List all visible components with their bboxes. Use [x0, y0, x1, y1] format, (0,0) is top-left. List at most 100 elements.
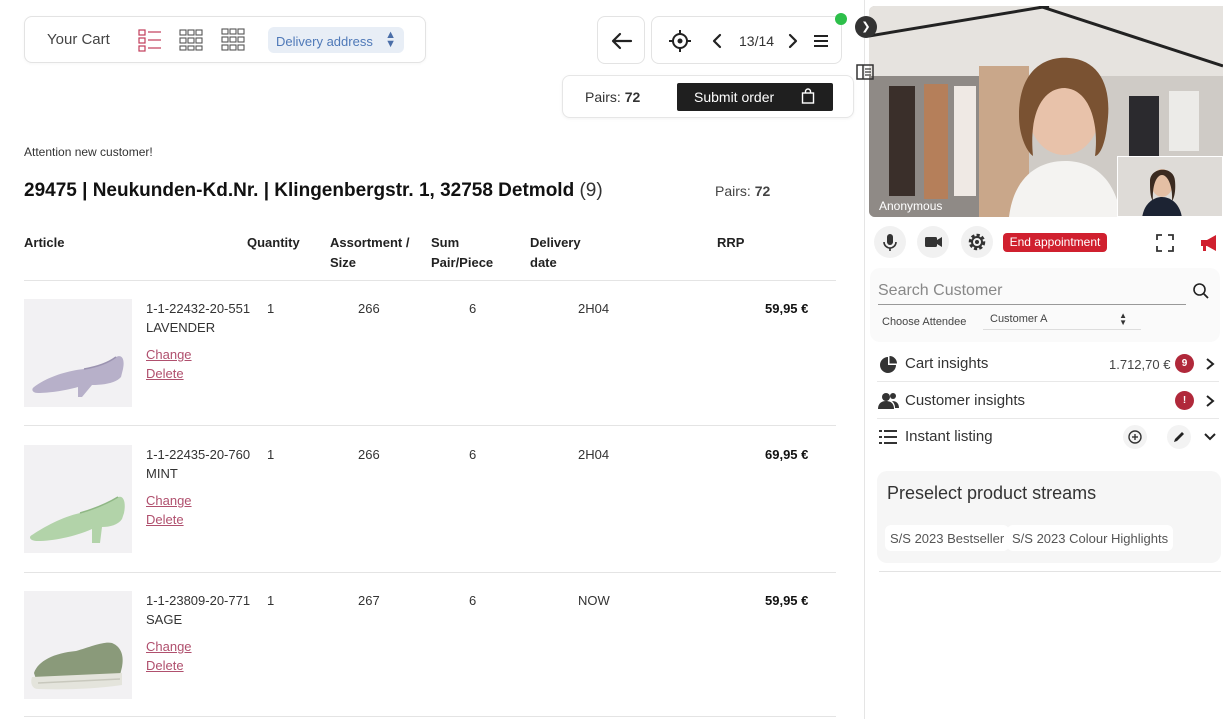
product-image[interactable]	[24, 299, 132, 407]
delete-link[interactable]: Delete	[146, 512, 184, 527]
camera-button[interactable]	[917, 226, 949, 258]
grid-3-icon[interactable]	[220, 27, 246, 53]
list-view-icon[interactable]	[137, 27, 163, 53]
change-link[interactable]: Change	[146, 639, 192, 654]
shoe-image-sage	[31, 642, 123, 690]
customer-search-panel: Search Customer Choose Attendee Customer…	[870, 268, 1220, 342]
arrow-left-icon	[611, 32, 633, 50]
row-sum: 6	[469, 447, 477, 462]
row-delivery-date: NOW	[578, 593, 610, 608]
row-quantity: 1	[267, 301, 275, 316]
chevron-right-icon[interactable]	[787, 33, 799, 49]
panel-layout-icon[interactable]	[855, 62, 875, 82]
plus-circle-icon	[1128, 430, 1142, 444]
column-header-rrp: RRP	[717, 235, 745, 250]
article-number: 1-1-22432-20-551 LAVENDER	[146, 301, 251, 335]
add-listing-button[interactable]	[1123, 425, 1147, 449]
shoe-image-mint	[30, 496, 125, 543]
customer-insights-row[interactable]: Customer insights !	[877, 383, 1219, 419]
delete-link[interactable]: Delete	[146, 366, 184, 381]
pairs-summary: Pairs: 72	[585, 89, 641, 105]
microphone-button[interactable]	[874, 226, 906, 258]
order-summary-card: Pairs: 72 Submit order	[562, 75, 854, 118]
chevron-down-icon[interactable]	[1203, 432, 1217, 442]
pie-chart-icon	[880, 356, 897, 373]
delete-link[interactable]: Delete	[146, 658, 184, 673]
column-header-article: Article	[24, 235, 65, 250]
chevron-right-icon	[1206, 395, 1215, 407]
table-divider	[24, 425, 836, 426]
gear-icon	[968, 233, 986, 251]
table-divider	[24, 716, 836, 717]
cart-title: Your Cart	[47, 31, 110, 48]
row-assortment: 266	[358, 447, 380, 462]
self-view-pip[interactable]	[1117, 156, 1223, 217]
users-icon	[878, 393, 899, 409]
attendee-select[interactable]: Customer A ▲ ▼	[983, 310, 1141, 330]
stream-chip[interactable]: S/S 2023 Bestseller	[885, 525, 1010, 551]
submit-order-label: Submit order	[694, 89, 775, 105]
change-link[interactable]: Change	[146, 493, 192, 508]
cart-count-badge: 9	[1175, 354, 1194, 373]
participant-name: Anonymous	[879, 199, 943, 213]
crosshair-icon[interactable]	[669, 30, 691, 52]
instant-listing-row[interactable]: Instant listing	[877, 420, 1219, 456]
submit-order-button[interactable]: Submit order	[677, 83, 833, 111]
attendee-value: Customer A	[990, 313, 1048, 325]
hamburger-icon[interactable]	[813, 33, 829, 49]
table-divider	[24, 572, 836, 573]
product-image[interactable]	[24, 591, 132, 699]
column-header-assortment: Assortment / Size	[330, 235, 410, 270]
grid-2-icon[interactable]	[178, 27, 204, 53]
list-icon	[879, 430, 897, 444]
new-customer-notice: Attention new customer!	[24, 145, 153, 159]
shoe-image-lavender	[32, 356, 124, 397]
delivery-address-select[interactable]: Delivery address ▲ ▼	[268, 27, 404, 53]
column-header-delivery: Delivery date	[530, 235, 581, 270]
search-customer-input[interactable]: Search Customer	[878, 282, 1003, 300]
search-underline	[878, 304, 1186, 305]
cart-insights-row[interactable]: Cart insights 1.712,70 € 9	[877, 346, 1219, 382]
page-indicator: 13/14	[739, 33, 775, 49]
change-link[interactable]: Change	[146, 347, 192, 362]
row-delivery-date: 2H04	[578, 301, 610, 316]
chevron-right-icon: ❯	[861, 21, 871, 33]
fullscreen-icon[interactable]	[1155, 233, 1175, 253]
megaphone-icon[interactable]	[1198, 233, 1220, 253]
column-header-sum: Sum Pair/Piece	[431, 235, 494, 270]
cart-total: 1.712,70 €	[1109, 357, 1171, 372]
chevron-left-icon[interactable]	[711, 33, 723, 49]
row-rrp: 59,95 €	[765, 593, 809, 608]
camera-icon	[925, 237, 942, 247]
pencil-icon	[1174, 432, 1184, 442]
row-quantity: 1	[267, 447, 275, 462]
customer-alert-badge: !	[1175, 391, 1194, 410]
article-number: 1-1-23809-20-771 SAGE	[146, 593, 251, 627]
product-image[interactable]	[24, 445, 132, 553]
sort-chevron-icon: ▲ ▼	[385, 29, 396, 50]
stream-chip[interactable]: S/S 2023 Colour Highlights	[1007, 525, 1174, 551]
self-view-video	[1118, 157, 1222, 216]
settings-button[interactable]	[961, 226, 993, 258]
panel-divider	[864, 0, 865, 719]
chevron-right-icon	[1206, 358, 1215, 370]
end-appointment-button[interactable]: End appointment	[1003, 233, 1107, 252]
edit-listing-button[interactable]	[1167, 425, 1191, 449]
video-call-feed[interactable]: Anonymous	[869, 6, 1223, 217]
search-icon[interactable]	[1192, 282, 1210, 300]
sort-chevron-icon: ▲ ▼	[1119, 311, 1127, 327]
back-button[interactable]	[597, 16, 645, 64]
row-assortment: 267	[358, 593, 380, 608]
product-streams-panel: Preselect product streams S/S 2023 Bests…	[877, 471, 1221, 563]
row-sum: 6	[469, 301, 477, 316]
row-rrp: 59,95 €	[765, 301, 809, 316]
panel-divider-line	[879, 571, 1221, 572]
row-sum: 6	[469, 593, 477, 608]
navigation-group: 13/14	[651, 16, 842, 64]
collapse-video-button[interactable]: ❯	[855, 16, 877, 38]
online-status-dot	[835, 13, 847, 25]
microphone-icon	[883, 234, 897, 251]
column-header-quantity: Quantity	[247, 235, 300, 250]
customer-pairs: Pairs: 72	[715, 183, 771, 199]
product-streams-title: Preselect product streams	[887, 483, 1097, 503]
